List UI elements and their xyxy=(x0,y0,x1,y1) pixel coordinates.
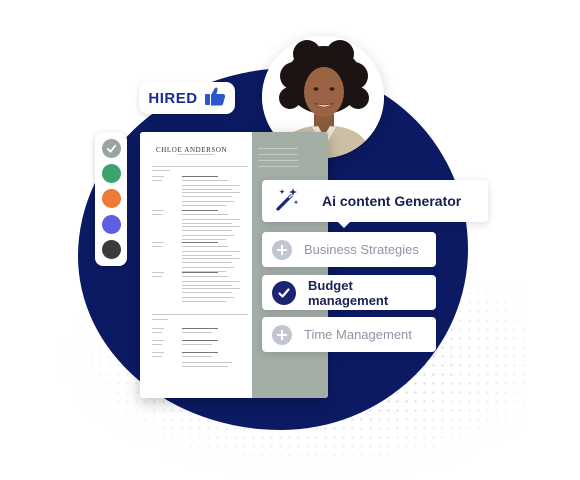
resume-text-line xyxy=(182,284,232,286)
resume-role-line xyxy=(182,272,218,274)
resume-text-line xyxy=(182,195,232,197)
option-budget-management[interactable]: Budget management xyxy=(262,275,436,310)
color-swatch-3[interactable] xyxy=(101,214,121,234)
resume-text-line xyxy=(182,226,240,227)
resume-date-line xyxy=(152,214,162,215)
resume-contact-line xyxy=(258,160,298,161)
color-swatch-4[interactable] xyxy=(101,239,121,259)
resume-text-line xyxy=(182,222,232,224)
resume-section-label xyxy=(152,170,170,171)
resume-role-line xyxy=(182,340,218,342)
resume-text-line xyxy=(182,332,212,333)
resume-date-line xyxy=(152,328,164,329)
resume-text-line xyxy=(182,229,232,231)
check-icon xyxy=(106,144,116,153)
resume-contact-line xyxy=(258,148,298,149)
resume-text-line xyxy=(182,356,212,357)
magic-wand-icon xyxy=(274,186,300,217)
resume-company-line xyxy=(182,214,228,215)
resume-date-line xyxy=(152,356,162,357)
option-time-management[interactable]: Time Management xyxy=(262,317,436,352)
resume-text-line xyxy=(182,251,240,252)
resume-name: CHLOE ANDERSON xyxy=(156,146,228,154)
option-business-strategies[interactable]: Business Strategies xyxy=(262,232,436,267)
resume-company-line xyxy=(182,246,228,247)
resume-date-line xyxy=(152,352,164,353)
resume-date-line xyxy=(152,272,164,273)
resume-text-line xyxy=(182,344,212,345)
resume-section-label xyxy=(152,319,168,320)
resume-role-line xyxy=(182,210,218,212)
resume-text-line xyxy=(182,291,232,293)
resume-date-line xyxy=(152,332,162,333)
resume-contact-line xyxy=(258,154,298,155)
resume-subtitle-line xyxy=(178,154,214,155)
resume-date-line xyxy=(152,176,164,177)
resume-role-line xyxy=(182,352,218,354)
resume-text-line xyxy=(182,238,226,240)
resume-text-line xyxy=(182,288,240,289)
resume-text-line xyxy=(182,201,234,202)
ai-content-generator-card[interactable]: Ai content Generator xyxy=(262,180,488,222)
resume-text-line xyxy=(182,188,232,190)
resume-text-line xyxy=(182,362,232,363)
resume-date-line xyxy=(152,242,164,243)
color-swatch-2[interactable] xyxy=(101,189,121,209)
resume-divider xyxy=(152,166,248,167)
resume-main-column: CHLOE ANDERSON xyxy=(140,132,252,398)
resume-contact-line xyxy=(258,166,298,167)
option-label: Business Strategies xyxy=(304,242,419,257)
resume-role-line xyxy=(182,328,218,330)
color-swatch-1[interactable] xyxy=(101,164,121,184)
ai-card-label: Ai content Generator xyxy=(322,193,462,209)
resume-text-line xyxy=(182,267,234,268)
card-pointer xyxy=(338,222,350,228)
resume-text-line xyxy=(182,366,228,367)
resume-text-line xyxy=(182,204,226,206)
resume-text-line xyxy=(182,219,240,220)
resume-role-line xyxy=(182,176,218,178)
resume-text-line xyxy=(182,185,240,186)
resume-date-line xyxy=(152,340,164,341)
plus-icon xyxy=(272,239,292,260)
resume-text-line xyxy=(182,192,240,193)
color-swatch-0[interactable] xyxy=(101,139,121,159)
resume-text-line xyxy=(182,281,240,282)
hired-badge: HIRED xyxy=(139,82,235,114)
resume-divider xyxy=(152,314,248,315)
check-circle-icon xyxy=(272,280,296,305)
resume-date-line xyxy=(152,210,164,211)
resume-date-line xyxy=(152,180,162,181)
resume-company-line xyxy=(182,180,228,181)
option-label: Budget management xyxy=(308,277,389,308)
plus-icon xyxy=(272,324,292,345)
resume-company-line xyxy=(182,276,228,277)
resume-date-line xyxy=(152,344,162,345)
resume-text-line xyxy=(182,258,240,259)
resume-date-line xyxy=(152,276,162,277)
color-palette xyxy=(95,132,127,266)
hired-text: HIRED xyxy=(148,89,198,107)
resume-text-line xyxy=(182,254,232,256)
option-label: Time Management xyxy=(304,327,412,342)
resume-text-line xyxy=(182,300,226,302)
thumbs-up-icon xyxy=(204,86,226,111)
resume-text-line xyxy=(182,235,234,236)
resume-text-line xyxy=(182,261,232,263)
resume-text-line xyxy=(182,297,234,298)
resume-date-line xyxy=(152,246,162,247)
resume-role-line xyxy=(182,242,218,244)
